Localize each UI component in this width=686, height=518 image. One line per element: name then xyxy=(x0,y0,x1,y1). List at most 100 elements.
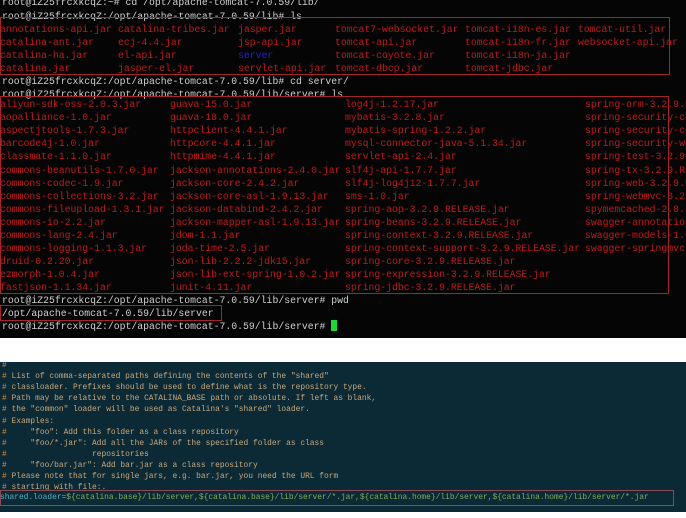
file-entry: tomcat-util.jar xyxy=(578,24,667,35)
file-entry: fastjson-1.1.34.jar xyxy=(0,282,112,294)
config-comment-line: # "foo": Add this folder as a class repo… xyxy=(2,427,239,438)
file-entry: spring-context-support-3.2.9.RELEASE.jar xyxy=(345,243,581,255)
file-entry: spring-jdbc-3.2.9.RELEASE.jar xyxy=(345,282,516,294)
comment-text: Examples: xyxy=(6,416,55,426)
file-entry: spring-core-3.2.9.RELEASE.jar xyxy=(345,256,516,268)
file-entry: tomcat-i18n-ja.jar xyxy=(465,50,571,61)
file-entry: commons-codec-1.9.jar xyxy=(0,177,124,189)
config-comment-line: # classloader. Prefixes should be used t… xyxy=(2,382,367,393)
comment-text: Please note that for single jars, e.g. b… xyxy=(6,472,339,481)
comment-text: "foo/*.jar": Add all the JARs of the spe… xyxy=(6,438,325,448)
config-comment-line: # Path may be relative to the CATALINA_B… xyxy=(2,393,376,404)
shared-loader-line: shared.loader=${catalina.base}/lib/serve… xyxy=(0,492,649,503)
config-comment-line: # "foo/*.jar": Add all the JARs of the s… xyxy=(2,438,324,449)
file-entry: tomcat-i18n-fr.jar xyxy=(465,37,571,48)
config-editor[interactable]: # # List of comma-separated paths definin… xyxy=(0,362,686,512)
file-entry: spring-security-co xyxy=(585,125,686,137)
file-entry: websocket-api.jar xyxy=(578,37,678,48)
comment-hash: # xyxy=(2,362,7,370)
file-entry: catalina-tribes.jar xyxy=(118,24,230,35)
file-entry: ezmorph-1.0.4.jar xyxy=(0,269,100,281)
file-entry: json-lib-ext-spring-1.0.2.jar xyxy=(170,269,341,281)
file-entry: servlet-api.jar xyxy=(238,63,327,74)
file-entry: guava-18.0.jar xyxy=(170,112,253,124)
file-entry: catalina-ant.jar xyxy=(0,37,95,48)
file-entry: aspectjtools-1.7.3.jar xyxy=(0,125,130,137)
file-entry: commons-fileupload-1.3.1.jar xyxy=(0,203,165,215)
file-entry: swagger-annotation xyxy=(585,216,686,228)
file-entry: json-lib-2.2.2-jdk15.jar xyxy=(170,256,312,268)
file-entry: druid-0.2.20.jar xyxy=(0,256,95,268)
file-entry: commons-collections-3.2.jar xyxy=(0,190,159,202)
file-entry: tomcat-i18n-es.jar xyxy=(465,24,571,35)
file-entry: mybatis-3.2.8.jar xyxy=(345,112,445,124)
comment-text: "foo/bar.jar": Add bar.jar as a class re… xyxy=(6,460,258,470)
file-entry: spring-context-3.2.9.RELEASE.jar xyxy=(345,230,534,241)
file-entry: sms-1.0.jar xyxy=(345,190,410,202)
prompt-cd-server: root@iZ25frcxkcqZ:/opt/apache-tomcat-7.0… xyxy=(2,76,349,87)
comment-text: List of comma-separated paths defining t… xyxy=(6,372,329,382)
file-entry: tomcat-jdbc.jar xyxy=(465,63,554,74)
config-comment-line: # xyxy=(2,362,7,371)
config-comment-line: # Examples: xyxy=(2,416,54,427)
file-entry: spring-expression-3.2.9.RELEASE.jar xyxy=(345,269,551,281)
file-entry: swagger-models-1.0 xyxy=(585,230,686,241)
directory-entry: server xyxy=(238,50,274,61)
config-comment-line: # "foo/bar.jar": Add bar.jar as a class … xyxy=(2,460,258,471)
file-entry: jackson-mapper-asl-1.9.13.jar xyxy=(170,216,341,228)
file-entry: joda-time-2.5.jar xyxy=(170,243,270,255)
file-entry: slf4j-log4j12-1.7.7.jar xyxy=(345,177,481,189)
terminal-window[interactable]: root@iZ25frcxkcqZ:~# cd /opt/apache-tomc… xyxy=(0,0,686,338)
previous-command-line: root@iZ25frcxkcqZ:~# cd /opt/apache-tomc… xyxy=(2,0,320,8)
file-entry: guava-15.0.jar xyxy=(170,99,253,110)
file-entry: commons-lang-2.4.jar xyxy=(0,230,118,241)
file-entry: spring-webmvc-3.2. xyxy=(585,190,686,202)
config-comment-line: # repositories xyxy=(2,449,149,460)
file-entry: jdom-1.1.jar xyxy=(170,230,241,241)
config-comment-line: # Please note that for single jars, e.g.… xyxy=(2,471,338,482)
comment-text: Path may be relative to the CATALINA_BAS… xyxy=(6,394,377,404)
file-entry: tomcat7-websocket.jar xyxy=(335,24,459,35)
file-entry: spring-tx-3.2.9.RE xyxy=(585,164,686,176)
file-entry: spring-beans-3.2.9.RELEASE.jar xyxy=(345,216,522,228)
file-entry: mysql-connector-java-5.1.34.jar xyxy=(345,138,528,150)
prompt-text: root@iZ25frcxkcqZ:/opt/apache-tomcat-7.0… xyxy=(2,321,332,332)
file-entry: aopalliance-1.0.jar xyxy=(0,112,112,124)
prompt-final[interactable]: root@iZ25frcxkcqZ:/opt/apache-tomcat-7.0… xyxy=(2,320,338,333)
file-entry: tomcat-dbcp.jar xyxy=(335,63,424,74)
comment-text: "foo": Add this folder as a class reposi… xyxy=(6,427,239,437)
file-entry: classmate-1.1.0.jar xyxy=(0,151,112,163)
config-comment-line: # List of comma-separated paths defining… xyxy=(2,371,329,382)
file-entry: catalina.jar xyxy=(0,63,71,74)
file-entry: annotations-api.jar xyxy=(0,24,112,35)
file-entry: spring-test-3.2.9. xyxy=(585,151,686,163)
shared-loader-key: shared.loader= xyxy=(0,493,67,502)
file-entry: httpcore-4.4.1.jar xyxy=(170,138,276,150)
file-entry: aliyun-sdk-oss-2.0.3.jar xyxy=(0,99,142,110)
file-entry: jsp-api.jar xyxy=(238,37,303,48)
shared-loader-value: ${catalina.base}/lib/server,${catalina.b… xyxy=(66,493,649,502)
file-entry: commons-logging-1.1.3.jar xyxy=(0,243,147,255)
config-comment-line: # the "common" loader will be used as Ca… xyxy=(2,404,310,415)
file-entry: ecj-4.4.jar xyxy=(118,37,183,48)
file-entry: spring-security-we xyxy=(585,138,686,150)
comment-text: starting with file:. xyxy=(6,483,107,493)
file-entry: tomcat-api.jar xyxy=(335,37,418,48)
terminal-cursor xyxy=(331,320,338,331)
file-entry: log4j-1.2.17.jar xyxy=(345,99,440,110)
file-entry: jackson-core-asl-1.9.13.jar xyxy=(170,190,329,202)
file-entry: slf4j-api-1.7.7.jar xyxy=(345,164,457,176)
file-entry: jackson-core-2.4.2.jar xyxy=(170,177,300,189)
file-entry: el-api.jar xyxy=(118,50,177,61)
file-entry: tomcat-coyote.jar xyxy=(335,50,435,61)
pwd-output: /opt/apache-tomcat-7.0.59/lib/server xyxy=(2,308,214,319)
file-entry: servlet-api-2.4.jar xyxy=(345,151,457,163)
file-entry: httpclient-4.4.1.jar xyxy=(170,125,288,137)
file-entry: junit-4.11.jar xyxy=(170,282,253,294)
file-entry: spymemcached-2.8.4 xyxy=(585,203,686,215)
file-entry: spring-security-co xyxy=(585,112,686,124)
comment-text: classloader. Prefixes should be used to … xyxy=(6,383,367,393)
comment-text: the "common" loader will be used as Cata… xyxy=(6,405,310,415)
file-entry: jackson-annotations-2.4.0.jar xyxy=(170,164,341,176)
file-entry: spring-aop-3.2.9.RELEASE.jar xyxy=(345,203,510,215)
